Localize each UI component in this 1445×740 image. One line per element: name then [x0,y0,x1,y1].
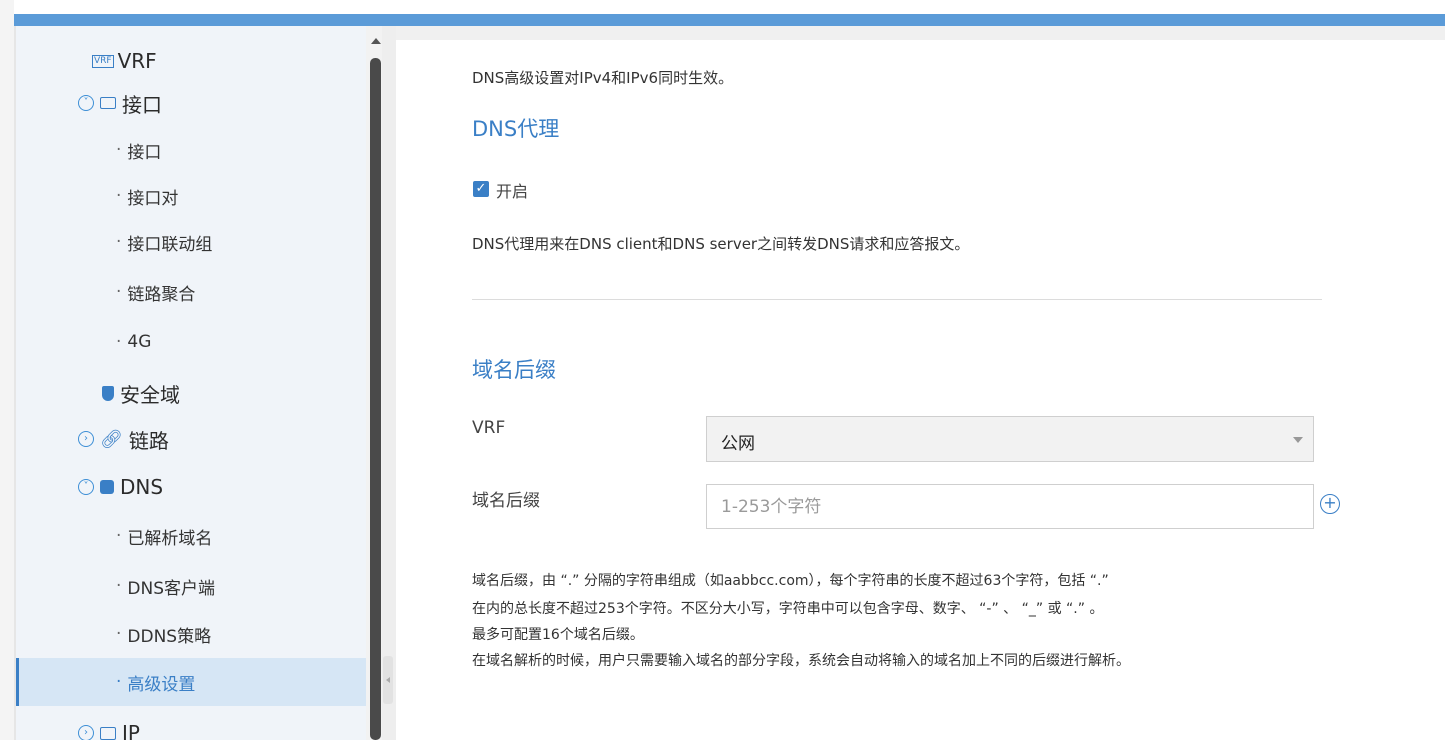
vrf-select[interactable]: 公网 [706,416,1314,462]
sidebar-item-label: DNS客户端 [127,578,216,599]
help-line: 在内的总长度不超过253个字符。不区分大小写，字符串中可以包含字母、数字、 “-… [472,601,1104,617]
sidebar-item-label: 接口 [122,92,162,117]
vrf-select-value: 公网 [721,434,755,454]
sidebar-item-label: 安全域 [120,382,180,407]
sidebar-item-security-zone[interactable]: 安全域 [16,376,366,410]
vrf-label: VRF [472,418,506,438]
expand-icon[interactable]: › [78,431,94,447]
help-line: 域名后缀，由 “.” 分隔的字符串组成（如aabbcc.com），每个字符串的长… [472,573,1109,589]
bullet-icon: · [116,186,122,206]
sidebar-item-label: 链路聚合 [127,284,196,305]
sidebar-item-interface-pair[interactable]: · 接口对 [16,174,366,218]
sidebar-item-interface-linkage[interactable]: · 接口联动组 [16,220,366,264]
sidebar-group-dns[interactable]: ˅ DNS [16,470,366,504]
sidebar-item-label: 已解析域名 [127,528,213,549]
sidebar-group-link[interactable]: › 🔗︎ 链路 [16,422,366,456]
sidebar-item-dns-client[interactable]: · DNS客户端 [16,564,366,608]
section-divider [472,299,1322,300]
domain-suffix-label: 域名后缀 [472,491,540,511]
sidebar-item-label: VRF [117,49,157,73]
bullet-icon: · [116,672,122,692]
domain-suffix-heading: 域名后缀 [472,358,556,382]
proxy-description: DNS代理用来在DNS client和DNS server之间转发DNS请求和应… [472,235,970,253]
intro-text: DNS高级设置对IPv4和IPv6同时生效。 [472,69,734,87]
sidebar-nav: VRF VRF ˅ 接口 · 接口 · 接口对 · 接口联动组 · 链路聚合 · 4G 安… [16,26,366,740]
sidebar-item-label: 4G [127,332,152,352]
sidebar-item-interface[interactable]: · 接口 [16,128,366,172]
left-edge [0,0,14,740]
collapse-icon[interactable]: ˅ [78,479,94,495]
chevron-down-icon [1293,437,1303,443]
shield-icon [102,385,114,401]
bullet-icon: · [116,526,122,546]
bullet-icon: · [116,332,122,352]
help-line: 在域名解析的时候，用户只需要输入域名的部分字段，系统会自动将输入的域名加上不同的… [472,653,1130,669]
collapse-icon[interactable]: ˅ [78,95,94,111]
enable-label[interactable]: 开启 [496,178,528,202]
top-accent-bar [14,14,1445,26]
domain-suffix-input[interactable] [706,484,1314,529]
sidebar-item-label: DNS [120,475,164,499]
bullet-icon: · [116,232,122,252]
panel-separator [382,26,396,740]
dns-proxy-heading: DNS代理 [472,117,560,141]
bullet-icon: · [116,282,122,302]
sidebar-group-interface[interactable]: ˅ 接口 [16,86,366,120]
sidebar-item-label: 接口对 [127,188,179,209]
expand-icon[interactable]: › [78,725,94,740]
enable-checkbox[interactable]: ✓ [473,181,489,197]
bullet-icon: · [116,576,122,596]
sidebar-collapse-handle[interactable] [383,656,393,704]
bullet-icon: · [116,140,122,160]
help-line: 最多可配置16个域名后缀。 [472,627,644,643]
vrf-icon: VRF [92,54,114,68]
sidebar-item-label: IP [122,721,140,740]
sidebar-item-label: 接口联动组 [127,234,213,255]
link-icon: 🔗︎ [100,428,123,450]
monitor-icon [100,97,116,109]
database-icon [100,480,114,494]
sidebar-item-ddns-policy[interactable]: · DDNS策略 [16,612,366,656]
sidebar-item-label: 高级设置 [127,674,196,695]
sidebar-item-label: 接口 [127,142,162,163]
sidebar-item-vrf[interactable]: VRF VRF [16,44,366,78]
sidebar-item-label: 链路 [128,428,169,453]
scrollbar-thumb[interactable] [370,58,381,740]
ip-icon [100,726,116,740]
sidebar-item-advanced-settings[interactable]: · 高级设置 [16,658,366,706]
scroll-up-arrow-icon[interactable] [371,38,381,44]
sidebar-item-label: DDNS策略 [127,626,212,647]
sidebar-item-resolved-domains[interactable]: · 已解析域名 [16,514,366,558]
sidebar-group-ip[interactable]: › IP [16,716,366,740]
add-icon[interactable]: + [1320,494,1340,514]
bullet-icon: · [116,624,122,644]
sidebar-item-link-aggregation[interactable]: · 链路聚合 [16,270,366,314]
sidebar-item-4g[interactable]: · 4G [16,320,366,364]
